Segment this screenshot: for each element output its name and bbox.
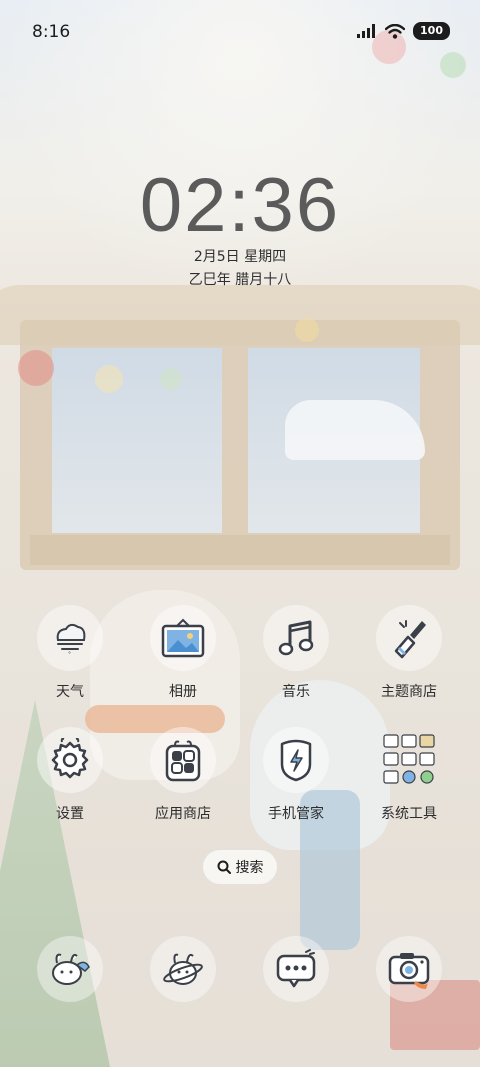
dock-messages[interactable] bbox=[246, 936, 346, 1002]
app-store-icon bbox=[150, 727, 216, 793]
dock-camera[interactable] bbox=[359, 936, 459, 1002]
app-weather[interactable]: ° 天气 bbox=[20, 605, 120, 701]
phone-manager-icon bbox=[263, 727, 329, 793]
status-time: 8:16 bbox=[32, 22, 71, 42]
search-icon bbox=[217, 860, 231, 874]
app-theme-store[interactable]: 主题商店 bbox=[359, 605, 459, 701]
app-settings[interactable]: 设置 bbox=[20, 727, 120, 823]
app-phone-manager[interactable]: 手机管家 bbox=[246, 727, 346, 823]
theme-store-icon bbox=[376, 605, 442, 671]
app-label: 手机管家 bbox=[268, 806, 324, 822]
messages-icon bbox=[263, 936, 329, 1002]
wallpaper bbox=[0, 0, 480, 1067]
wallpaper-bokeh bbox=[95, 365, 123, 393]
app-music[interactable]: 音乐 bbox=[246, 605, 346, 701]
app-app-store[interactable]: 应用商店 bbox=[133, 727, 233, 823]
browser-icon bbox=[150, 936, 216, 1002]
wifi-icon bbox=[385, 23, 406, 39]
wallpaper-snow-roof bbox=[285, 400, 425, 460]
gallery-icon bbox=[150, 605, 216, 671]
dock-browser[interactable] bbox=[133, 936, 233, 1002]
battery-icon: 100 bbox=[413, 22, 450, 40]
wallpaper-bokeh bbox=[18, 350, 54, 386]
wallpaper-bokeh bbox=[160, 368, 182, 390]
phone-icon bbox=[37, 936, 103, 1002]
app-label: 系统工具 bbox=[381, 806, 437, 822]
wallpaper-bokeh bbox=[295, 318, 319, 342]
wallpaper-window-pane bbox=[52, 348, 222, 533]
music-icon bbox=[263, 605, 329, 671]
dock-phone[interactable] bbox=[20, 936, 120, 1002]
app-label: 相册 bbox=[169, 684, 197, 700]
search-button[interactable]: 搜索 bbox=[203, 850, 277, 884]
svg-text:°: ° bbox=[68, 651, 71, 656]
app-gallery[interactable]: 相册 bbox=[133, 605, 233, 701]
settings-icon bbox=[37, 727, 103, 793]
app-label: 应用商店 bbox=[155, 806, 211, 822]
app-label: 音乐 bbox=[282, 684, 310, 700]
search-label: 搜索 bbox=[235, 860, 264, 876]
app-system-tools-folder[interactable]: 系统工具 bbox=[359, 727, 459, 823]
status-bar: 8:16 100 bbox=[0, 0, 480, 70]
clock-date: 2月5日 星期四 bbox=[193, 249, 287, 265]
clock-time[interactable]: 02:36 bbox=[0, 162, 480, 249]
app-label: 设置 bbox=[56, 806, 84, 822]
system-tools-folder-icon bbox=[376, 727, 442, 793]
weather-icon: ° bbox=[37, 605, 103, 671]
signal-icon bbox=[357, 24, 376, 38]
wallpaper-sill bbox=[30, 535, 450, 565]
clock-lunar-date: 乙巳年 腊月十八 bbox=[188, 272, 292, 288]
app-label: 主题商店 bbox=[381, 684, 437, 700]
app-label: 天气 bbox=[56, 684, 84, 700]
status-icons: 100 bbox=[357, 22, 450, 40]
camera-icon bbox=[376, 936, 442, 1002]
